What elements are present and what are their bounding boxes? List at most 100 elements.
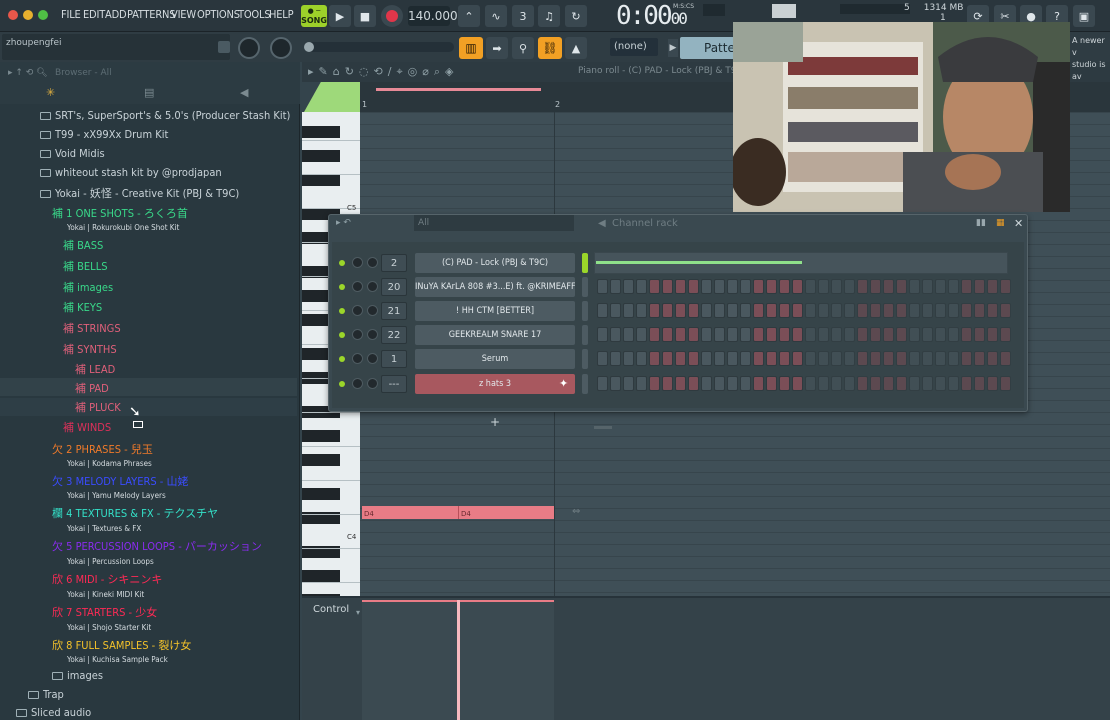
- tree-item[interactable]: 欠 2 PHRASES - 兒玉: [52, 441, 153, 457]
- tree-item[interactable]: 補 WINDS: [63, 419, 111, 435]
- step-button[interactable]: [623, 303, 634, 318]
- step-button[interactable]: [961, 351, 972, 366]
- step-button[interactable]: [805, 376, 816, 391]
- step-button[interactable]: [753, 303, 764, 318]
- step-button[interactable]: [896, 351, 907, 366]
- step-button[interactable]: [883, 376, 894, 391]
- tree-item[interactable]: 補 images: [63, 279, 113, 295]
- black-key[interactable]: [302, 430, 340, 442]
- pattern-selector[interactable]: Pattern: [680, 37, 747, 59]
- link-button[interactable]: ⛓: [538, 37, 562, 59]
- countdown-button[interactable]: 3: [512, 5, 534, 27]
- channel-volume-knob[interactable]: [367, 378, 378, 389]
- step-button[interactable]: [766, 351, 777, 366]
- step-button[interactable]: [610, 327, 621, 342]
- tree-folder[interactable]: SRT's, SuperSport's & 5.0's (Producer St…: [40, 109, 290, 122]
- step-button[interactable]: [675, 351, 686, 366]
- step-button[interactable]: [649, 303, 660, 318]
- tree-item[interactable]: 補 BASS: [63, 237, 103, 253]
- channel-name-button[interactable]: z hats 3: [415, 374, 575, 394]
- step-button[interactable]: [792, 351, 803, 366]
- rack-menu-icon[interactable]: ▸ ↶: [336, 218, 351, 228]
- channel-mixer-track[interactable]: 20: [381, 278, 407, 296]
- channel-mixer-track[interactable]: ---: [381, 375, 407, 393]
- channel-volume-knob[interactable]: [367, 329, 378, 340]
- channel-select-indicator[interactable]: [582, 277, 588, 297]
- channel-name-button[interactable]: ! HH CTM [BETTER]: [415, 301, 575, 321]
- step-button[interactable]: [753, 279, 764, 294]
- step-button[interactable]: [909, 376, 920, 391]
- channel-pan-knob[interactable]: [352, 281, 363, 292]
- step-button[interactable]: [597, 303, 608, 318]
- step-button[interactable]: [662, 279, 673, 294]
- step-button[interactable]: [792, 303, 803, 318]
- step-button[interactable]: [688, 303, 699, 318]
- step-button[interactable]: [636, 376, 647, 391]
- mixer-button[interactable]: ▲: [565, 37, 587, 59]
- step-button[interactable]: [636, 327, 647, 342]
- step-button[interactable]: [987, 327, 998, 342]
- step-button[interactable]: [948, 303, 959, 318]
- step-button[interactable]: [792, 327, 803, 342]
- control-label[interactable]: Control: [313, 604, 349, 615]
- step-button[interactable]: [883, 327, 894, 342]
- browser-files-icon[interactable]: ▤: [144, 86, 154, 99]
- step-button[interactable]: [597, 279, 608, 294]
- black-key[interactable]: [302, 150, 340, 162]
- step-button[interactable]: [870, 279, 881, 294]
- step-button[interactable]: [740, 351, 751, 366]
- step-button[interactable]: [766, 327, 777, 342]
- channel-mute-led[interactable]: [339, 381, 345, 387]
- step-button[interactable]: [714, 303, 725, 318]
- step-button[interactable]: [649, 351, 660, 366]
- channel-pan-knob[interactable]: [352, 257, 363, 268]
- menu-help[interactable]: HELP: [269, 8, 294, 21]
- piano-roll-button[interactable]: ▥: [459, 37, 483, 59]
- step-button[interactable]: [909, 351, 920, 366]
- loop-range-bar[interactable]: [376, 88, 541, 91]
- snap-corner[interactable]: [304, 82, 360, 112]
- step-button[interactable]: [987, 279, 998, 294]
- tree-item[interactable]: 補 KEYS: [63, 299, 102, 315]
- step-button[interactable]: [610, 376, 621, 391]
- loop-record-button[interactable]: ↻: [565, 5, 587, 27]
- wait-input-button[interactable]: ∿: [485, 5, 507, 27]
- step-button[interactable]: [1000, 376, 1011, 391]
- step-button[interactable]: [649, 376, 660, 391]
- tree-item[interactable]: 補 BELLS: [63, 258, 108, 274]
- step-button[interactable]: [896, 279, 907, 294]
- play-button[interactable]: ▶: [329, 5, 351, 27]
- channel-select-indicator[interactable]: [582, 349, 588, 369]
- tree-item[interactable]: 補 PLUCK: [75, 399, 121, 415]
- black-key[interactable]: [302, 488, 340, 500]
- step-button[interactable]: [779, 303, 790, 318]
- black-key[interactable]: [302, 454, 340, 466]
- step-button[interactable]: [909, 327, 920, 342]
- step-button[interactable]: [857, 376, 868, 391]
- step-button[interactable]: [974, 279, 985, 294]
- step-button[interactable]: [948, 327, 959, 342]
- step-button[interactable]: [701, 376, 712, 391]
- step-button[interactable]: [675, 279, 686, 294]
- record-button[interactable]: [381, 5, 403, 27]
- step-button[interactable]: [831, 351, 842, 366]
- step-button[interactable]: [909, 279, 920, 294]
- step-button[interactable]: [766, 279, 777, 294]
- step-button[interactable]: [844, 327, 855, 342]
- update-notice[interactable]: A newer v studio is av: [1072, 35, 1110, 83]
- step-button[interactable]: [675, 303, 686, 318]
- tree-item[interactable]: 補 SYNTHS: [63, 341, 117, 357]
- step-button[interactable]: [753, 351, 764, 366]
- channel-name-button[interactable]: (C) PAD - Lock (PBJ & T9C): [415, 253, 575, 273]
- step-button[interactable]: [844, 376, 855, 391]
- step-button[interactable]: [662, 303, 673, 318]
- channel-name-button[interactable]: INuYA KArLA 808 #3...E) ft. @KRIMEAFFECT: [415, 277, 575, 297]
- step-button[interactable]: [935, 327, 946, 342]
- tree-item[interactable]: 補 PAD: [75, 380, 109, 396]
- step-button[interactable]: [987, 376, 998, 391]
- menu-file[interactable]: FILE: [61, 8, 81, 21]
- tree-item[interactable]: 欣 6 MIDI - シキニンキ: [52, 571, 162, 587]
- rack-graph-icon[interactable]: ▮▮: [976, 218, 986, 228]
- channel-pan-knob[interactable]: [352, 378, 363, 389]
- step-button[interactable]: [922, 327, 933, 342]
